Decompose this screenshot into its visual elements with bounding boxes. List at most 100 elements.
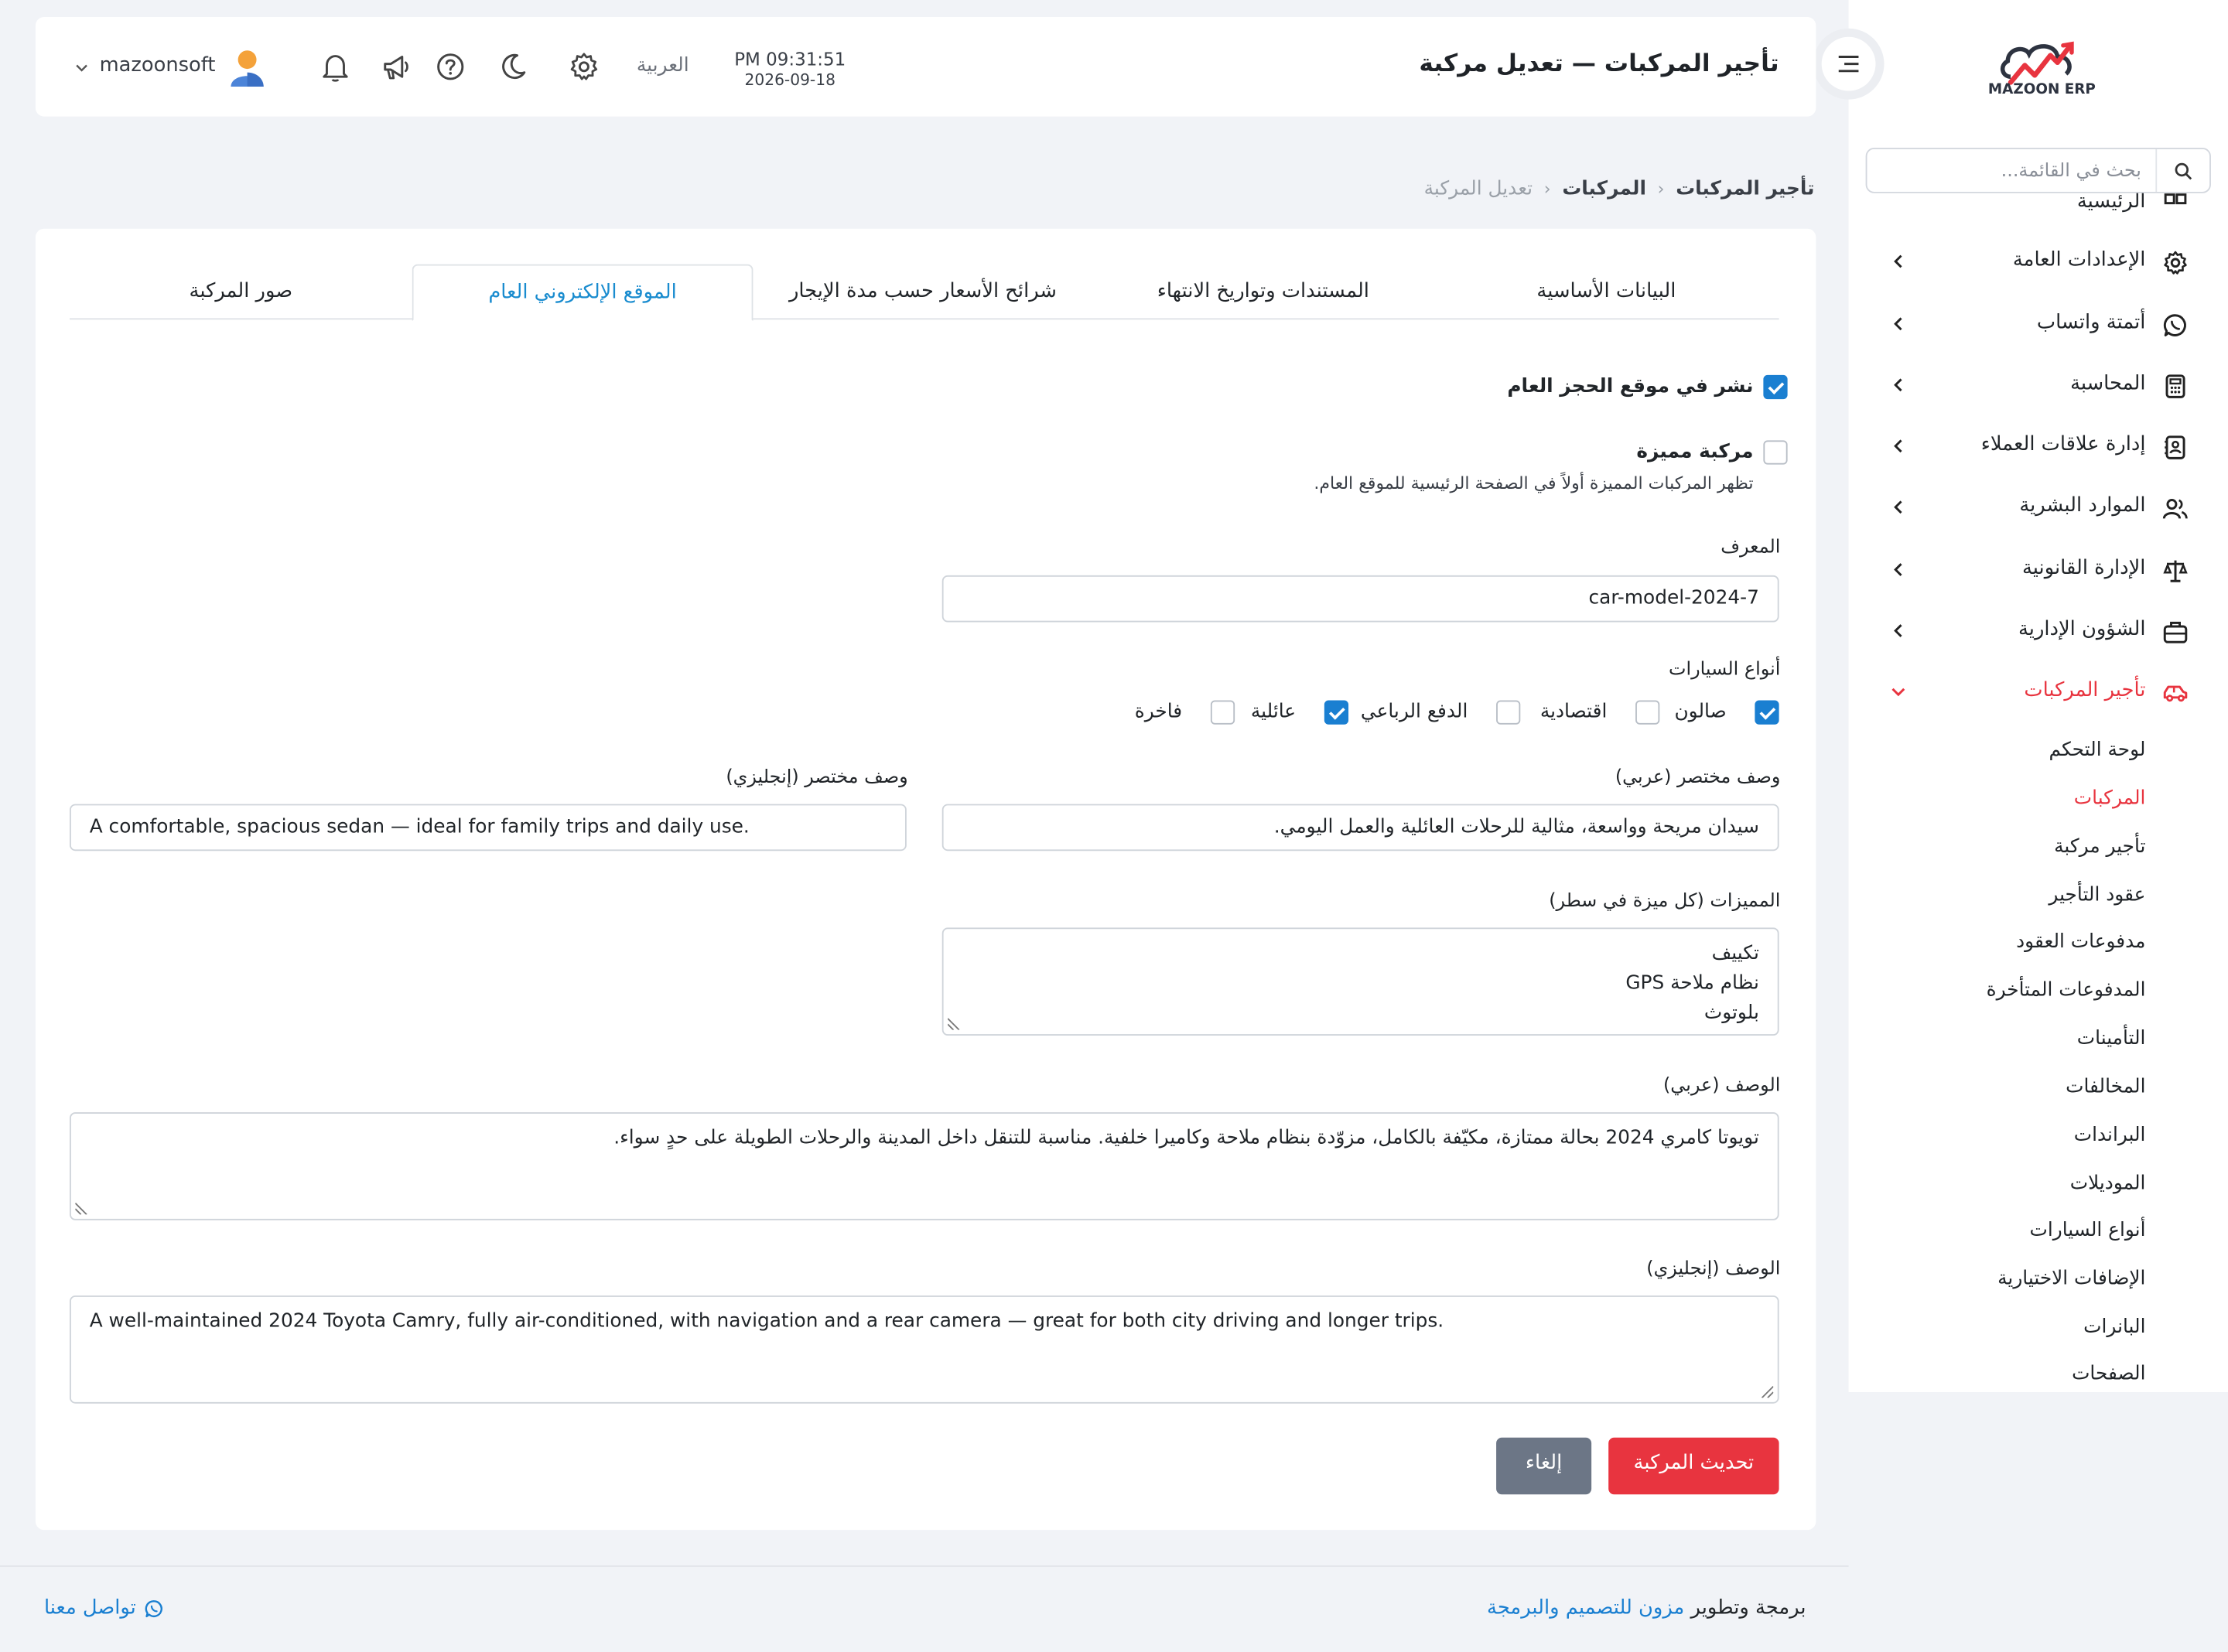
slug-input[interactable]: car-model-2024-7 (941, 575, 1779, 623)
sidebar-toggle-button[interactable] (1813, 28, 1885, 100)
car-type-checkbox-4wd[interactable] (1496, 700, 1521, 725)
breadcrumb-current: تعديل المركبة (1423, 177, 1533, 200)
briefcase-icon (2163, 621, 2188, 643)
breadcrumb-item[interactable]: المركبات (1562, 178, 1646, 200)
desc-en-value: A well-maintained 2024 Toyota Camry, ful… (89, 1309, 1444, 1333)
publish-label: نشر في موقع الحجز العام (1507, 374, 1754, 398)
sidebar-item-vehicle-rental[interactable]: تأجير المركبات (1849, 665, 2228, 722)
short-desc-ar-input[interactable]: سيدان مريحة وواسعة، مثالية للرحلات العائ… (941, 804, 1779, 852)
chevron-left-icon (1894, 378, 1902, 392)
chevron-left-icon (1894, 624, 1902, 637)
sidebar-item-label: الإدارة القانونية (2022, 556, 2146, 580)
sidebar-sub-vehicles[interactable]: المركبات (2074, 787, 2146, 810)
cancel-button[interactable]: إلغاء (1496, 1437, 1592, 1495)
sidebar-item-legal[interactable]: الإدارة القانونية (1849, 543, 2228, 599)
megaphone-icon[interactable] (381, 51, 412, 82)
short-desc-ar-label: وصف مختصر (عربي) (1615, 766, 1781, 789)
sidebar-item-label: أتمتة واتساب (2036, 311, 2146, 334)
resize-grip-icon[interactable] (75, 1202, 88, 1215)
chevron-left-icon (1894, 500, 1902, 514)
whatsapp-icon (2163, 314, 2186, 336)
whatsapp-icon (145, 1599, 162, 1617)
tab-documents-expiry[interactable]: المستندات وتواريخ الانتهاء (1092, 265, 1434, 321)
sidebar-item-hr[interactable]: الموارد البشرية (1849, 480, 2228, 537)
sidebar-sub-brands[interactable]: البراندات (2074, 1124, 2146, 1146)
settings-icon[interactable] (569, 51, 600, 82)
sidebar-sub-contract-payments[interactable]: مدفوعات العقود (2016, 930, 2145, 953)
sidebar-item-accounting[interactable]: المحاسبة (1849, 358, 2228, 415)
desc-ar-label: الوصف (عربي) (1662, 1075, 1781, 1097)
sidebar-search-input[interactable] (1885, 156, 2141, 185)
sidebar-sub-late-payments[interactable]: المدفوعات المتأخرة (1987, 979, 2146, 1002)
user-name[interactable]: mazoonsoft (100, 54, 216, 77)
page-title: تأجير المركبات — تعديل مركبة (1419, 49, 1779, 79)
featured-checkbox[interactable] (1763, 440, 1788, 465)
sidebar-sub-rental-contracts[interactable]: عقود التأجير (2049, 883, 2145, 906)
sidebar-item-label: الرئيسية (2076, 190, 2146, 213)
desc-en-label: الوصف (إنجليزي) (1646, 1258, 1781, 1280)
short-desc-en-input[interactable]: A comfortable, spacious sedan — ideal fo… (69, 804, 907, 852)
sidebar-item-label: الإعدادات العامة (2012, 248, 2146, 271)
search-icon[interactable] (2155, 148, 2209, 192)
chevron-left-icon (1894, 563, 1902, 576)
sidebar-sub-car-types[interactable]: أنواع السيارات (2029, 1219, 2145, 1241)
sidebar-item-admin-affairs[interactable]: الشؤون الإدارية (1849, 604, 2228, 660)
sidebar-item-label: المحاسبة (2070, 372, 2146, 395)
sidebar-sub-models[interactable]: الموديلات (2070, 1172, 2146, 1194)
car-type-checkbox-family[interactable] (1324, 700, 1349, 725)
tab-price-tiers[interactable]: شرائح الأسعار حسب مدة الإيجار (753, 265, 1092, 321)
sidebar-item-label: الشؤون الإدارية (2018, 617, 2146, 641)
sidebar-sub-banners[interactable]: البانرات (2083, 1316, 2145, 1338)
moon-icon[interactable] (497, 51, 528, 82)
tab-bar: البيانات الأساسية المستندات وتواريخ الان… (69, 264, 1779, 322)
footer-credit-prefix: برمجة وتطوير (1690, 1596, 1806, 1620)
features-textarea[interactable]: تكييف نظام ملاحة GPS بلوتوث (941, 927, 1779, 1036)
home-icon (2164, 193, 2187, 205)
featured-label: مركبة مميزة (1636, 440, 1754, 463)
slug-value: car-model-2024-7 (1588, 586, 1759, 609)
sidebar-sub-addons[interactable]: الإضافات الاختيارية (1997, 1267, 2145, 1289)
chevron-down-icon[interactable] (75, 61, 88, 74)
sidebar-sub-rent-vehicle[interactable]: تأجير مركبة (2054, 835, 2145, 858)
sidebar-item-general-settings[interactable]: الإعدادات العامة (1849, 234, 2228, 291)
help-icon[interactable] (435, 51, 466, 82)
resize-grip-icon[interactable] (948, 1017, 961, 1030)
car-type-label: اقتصادية (1539, 700, 1608, 723)
tab-vehicle-photos[interactable]: صور المركبة (70, 265, 412, 321)
sidebar-sub-dashboard[interactable]: لوحة التحكم (2049, 739, 2145, 761)
breadcrumb-item[interactable]: تأجير المركبات (1676, 178, 1814, 200)
resize-grip-icon[interactable] (1761, 1385, 1774, 1398)
car-type-label: الدفع الرباعي (1360, 700, 1468, 723)
tab-public-website[interactable]: الموقع الإلكتروني العام (412, 264, 753, 322)
desc-ar-textarea[interactable]: تويوتا كامري 2024 بحالة ممتازة، مكيّفة ب… (69, 1112, 1779, 1220)
desc-en-textarea[interactable]: A well-maintained 2024 Toyota Camry, ful… (69, 1295, 1779, 1404)
sidebar-sub-violations[interactable]: المخالفات (2066, 1075, 2145, 1097)
footer-credit-link[interactable]: مزون للتصميم والبرمجة (1487, 1596, 1684, 1619)
featured-hint: تظهر المركبات المميزة أولاً في الصفحة ال… (1314, 473, 1754, 493)
sidebar-sub-insurances[interactable]: التأمينات (2077, 1027, 2146, 1050)
car-type-label: صالون (1674, 700, 1727, 723)
sidebar-sub-pages[interactable]: الصفحات (2072, 1362, 2145, 1384)
sidebar-item-whatsapp[interactable]: أتمتة واتساب (1849, 297, 2228, 353)
bell-icon[interactable] (320, 51, 350, 82)
footer-divider (0, 1565, 1849, 1567)
tab-basic-data[interactable]: البيانات الأساسية (1434, 265, 1779, 321)
contacts-icon (2165, 435, 2185, 459)
car-type-checkbox-luxury[interactable] (1210, 700, 1235, 725)
chevron-left-icon: ‹ (1543, 179, 1551, 200)
sidebar-item-crm[interactable]: إدارة علاقات العملاء (1849, 419, 2228, 476)
sidebar-item-label: تأجير المركبات (2024, 678, 2146, 702)
publish-checkbox[interactable] (1763, 374, 1788, 400)
car-types-label: أنواع السيارات (1668, 659, 1781, 681)
breadcrumb: تأجير المركبات ‹ المركبات ‹ تعديل المركب… (1424, 178, 1815, 200)
contact-us-link[interactable]: تواصل معنا (44, 1596, 163, 1620)
desc-ar-value: تويوتا كامري 2024 بحالة ممتازة، مكيّفة ب… (613, 1126, 1759, 1149)
footer-credit: برمجة وتطوير مزون للتصميم والبرمجة (1487, 1596, 1806, 1619)
car-type-checkbox-saloon[interactable] (1755, 700, 1779, 725)
language-switcher[interactable]: العربية (637, 54, 689, 77)
sidebar-item-label: الموارد البشرية (2019, 494, 2146, 517)
avatar[interactable] (229, 48, 266, 87)
update-vehicle-button[interactable]: تحديث المركبة (1608, 1437, 1779, 1495)
chevron-left-icon (1894, 439, 1902, 453)
car-type-checkbox-economy[interactable] (1635, 700, 1660, 725)
